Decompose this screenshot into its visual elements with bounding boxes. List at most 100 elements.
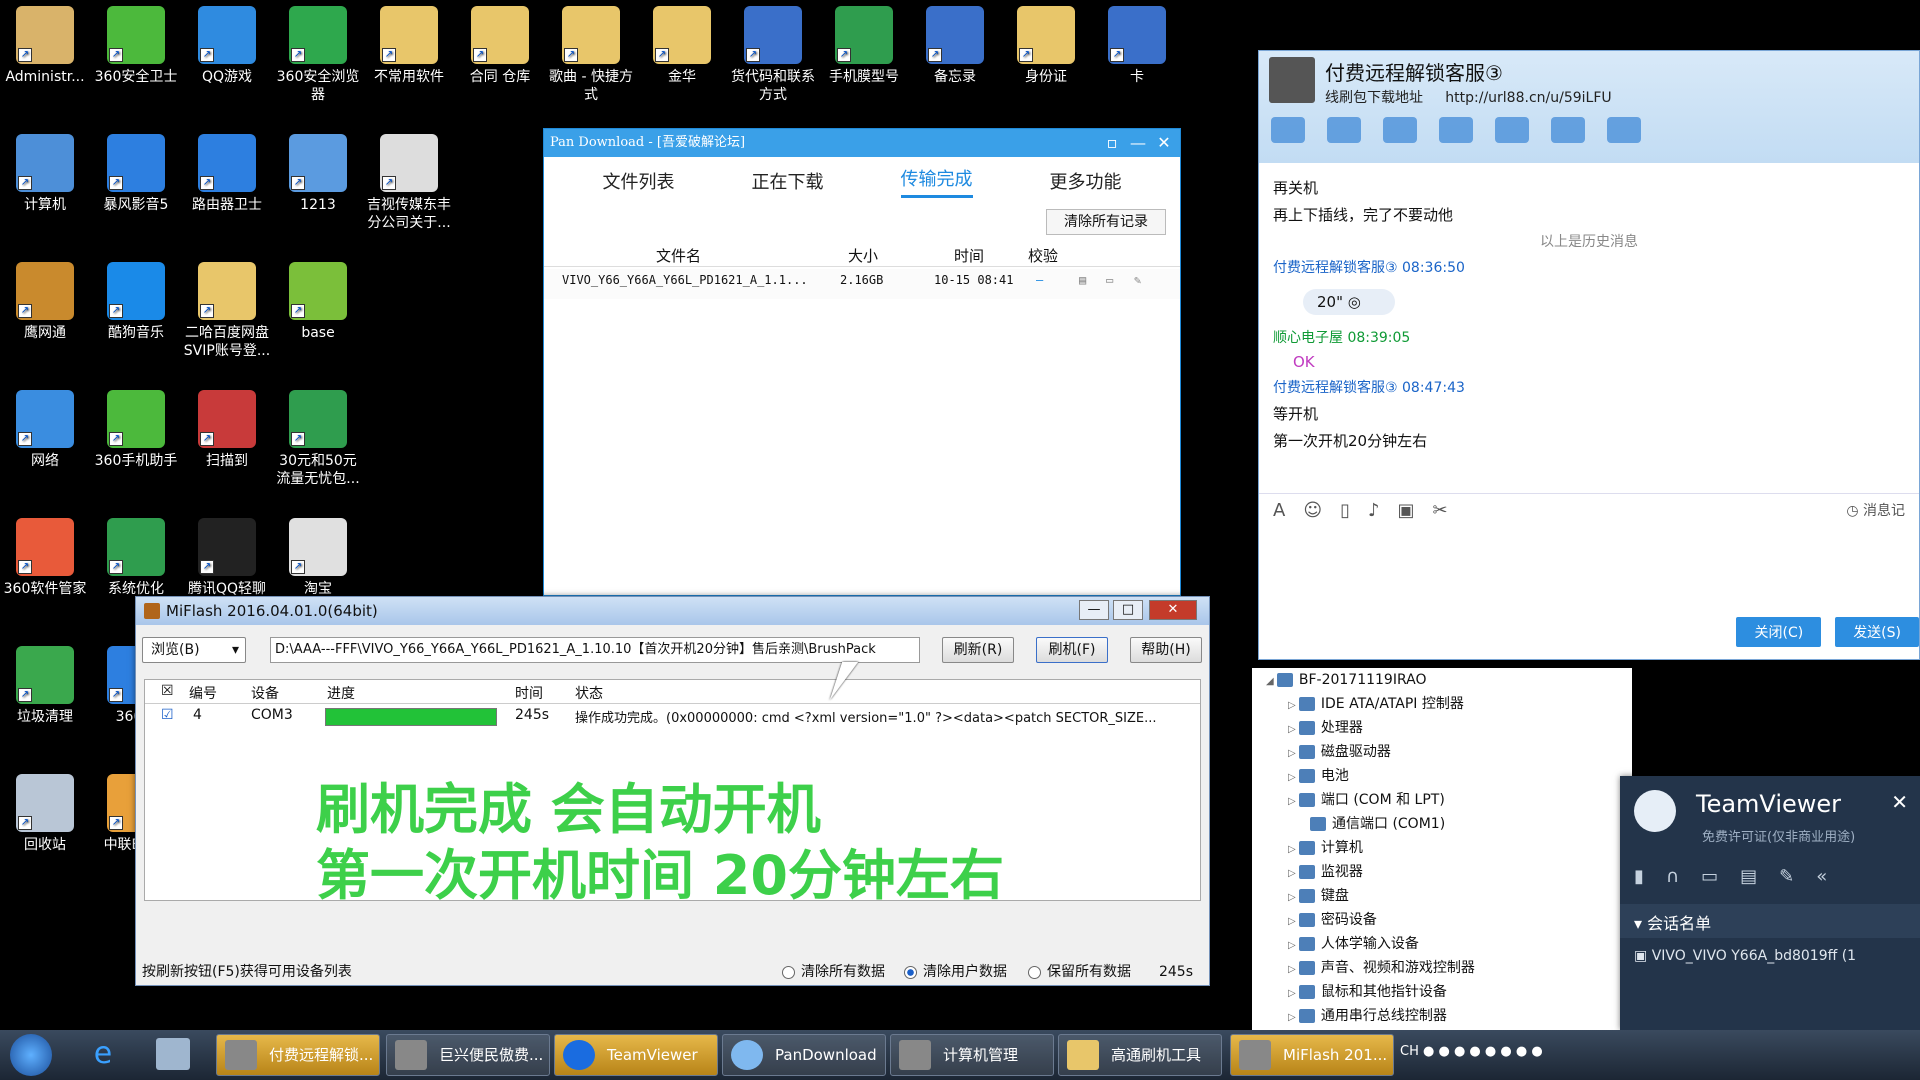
tree-item[interactable]: ▷ 监视器: [1252, 860, 1632, 884]
folder-icon[interactable]: ▭: [1106, 273, 1113, 287]
file-icon[interactable]: ▤: [1079, 273, 1086, 287]
image-icon[interactable]: ▣: [1398, 500, 1415, 521]
desktop-icon[interactable]: ↗ Administr...: [0, 6, 90, 86]
remote-desktop-icon[interactable]: [1495, 117, 1529, 143]
expand-icon[interactable]: ▷: [1288, 988, 1299, 999]
scissors-icon[interactable]: ✂: [1433, 500, 1448, 521]
desktop-icon[interactable]: ↗ 不常用软件: [364, 6, 454, 86]
avatar[interactable]: [1269, 57, 1315, 103]
desktop-icon[interactable]: ↗ 360安全卫士: [91, 6, 181, 86]
close-icon[interactable]: ✕: [1149, 600, 1197, 620]
voice-call-icon[interactable]: [1271, 117, 1305, 143]
ie-icon[interactable]: e: [86, 1036, 120, 1072]
expand-icon[interactable]: ▷: [1288, 724, 1299, 735]
sub-url[interactable]: http://url88.cn/u/59iLFU: [1445, 90, 1611, 106]
tree-item[interactable]: ▷ 鼠标和其他指针设备: [1252, 980, 1632, 1004]
expand-icon[interactable]: ▷: [1288, 1012, 1299, 1023]
tree-item[interactable]: ▷ 磁盘驱动器: [1252, 740, 1632, 764]
desktop-icon[interactable]: ↗ 垃圾清理: [0, 646, 90, 726]
tv-section[interactable]: ▾ 会话名单: [1620, 904, 1920, 938]
desktop-icon[interactable]: ↗ 路由器卫士: [182, 134, 272, 214]
headset-icon[interactable]: ∩: [1666, 866, 1679, 887]
browse-button[interactable]: 浏览(B) ▾: [142, 637, 246, 663]
minimize-icon[interactable]: —: [1079, 600, 1109, 620]
expand-icon[interactable]: ▷: [1288, 892, 1299, 903]
desktop-icon[interactable]: ↗ 吉视传媒东丰分公司关于...: [364, 134, 454, 232]
start-icon[interactable]: [10, 1034, 52, 1076]
desktop-icon[interactable]: ↗ 身份证: [1001, 6, 1091, 86]
tree-item[interactable]: ◢ BF-20171119IRAO: [1252, 668, 1632, 692]
tree-item[interactable]: ▷ 端口 (COM 和 LPT): [1252, 788, 1632, 812]
tab-completed[interactable]: 传输完成: [900, 165, 973, 198]
desktop-icon[interactable]: ↗ 扫描到: [182, 390, 272, 470]
refresh-button[interactable]: 刷新(R): [942, 637, 1014, 663]
table-row[interactable]: ☑ 4 COM3 245s 操作成功完成。(0x00000000: cmd <?…: [145, 704, 1200, 730]
taskbar-item[interactable]: 高通刷机工具: [1058, 1034, 1222, 1076]
apps-icon[interactable]: [1607, 117, 1641, 143]
chat-icon[interactable]: ▭: [1701, 866, 1718, 887]
expand-icon[interactable]: ▷: [1288, 748, 1299, 759]
select-all-checkbox[interactable]: ☒: [161, 683, 174, 699]
tree-item[interactable]: ▷ 计算机: [1252, 836, 1632, 860]
expand-icon[interactable]: ▷: [1288, 964, 1299, 975]
system-tray[interactable]: CH ● ● ● ● ● ● ● ●: [1400, 1044, 1543, 1059]
desktop-icon[interactable]: ↗ 30元和50元流量无忧包...: [273, 390, 363, 488]
input-language[interactable]: CH: [1400, 1044, 1419, 1059]
video-icon[interactable]: ▮: [1634, 866, 1644, 887]
desktop-icon[interactable]: ↗ 回收站: [0, 774, 90, 854]
desktop-icon[interactable]: ↗ 手机膜型号: [819, 6, 909, 86]
desktop-icon[interactable]: ↗ 货代码和联系方式: [728, 6, 818, 104]
col-filename[interactable]: 文件名: [656, 245, 701, 266]
opt-clear-user[interactable]: 清除用户数据: [904, 961, 1007, 983]
tree-item[interactable]: ▷ 电池: [1252, 764, 1632, 788]
tree-item[interactable]: ▷ 声音、视频和游戏控制器: [1252, 956, 1632, 980]
tab-file-list[interactable]: 文件列表: [603, 168, 675, 194]
expand-icon[interactable]: ▷: [1288, 772, 1299, 783]
desktop-icon[interactable]: ↗ 系统优化: [91, 518, 181, 598]
tree-item[interactable]: ▷ 密码设备: [1252, 908, 1632, 932]
desktop-icon[interactable]: ↗ QQ游戏: [182, 6, 272, 86]
shake-icon[interactable]: ▯: [1340, 500, 1350, 521]
video-call-icon[interactable]: [1327, 117, 1361, 143]
clear-records-button[interactable]: 清除所有记录: [1046, 209, 1166, 235]
desktop-icon[interactable]: ↗ 暴风影音5: [91, 134, 181, 214]
taskbar-item[interactable]: 巨兴便民傲费...: [386, 1034, 550, 1076]
desktop-icon[interactable]: ↗ 歌曲 - 快捷方式: [546, 6, 636, 104]
tv-session[interactable]: ▣ VIVO_VIVO Y66A_bd8019ff (1: [1634, 948, 1856, 964]
row-checkbox[interactable]: ☑: [161, 707, 174, 723]
desktop-icon[interactable]: ↗ 腾讯QQ轻聊: [182, 518, 272, 598]
emoji-icon[interactable]: ☺: [1303, 500, 1322, 521]
add-member-icon[interactable]: [1551, 117, 1585, 143]
desktop-icon[interactable]: ↗ 鹰网通: [0, 262, 90, 342]
col-size[interactable]: 大小: [848, 245, 878, 266]
desktop-icon[interactable]: ↗ 360软件管家: [0, 518, 90, 598]
expand-icon[interactable]: ▷: [1288, 700, 1299, 711]
path-select[interactable]: D:\AAA---FFF\VIVO_Y66_Y66A_Y66L_PD1621_A…: [270, 637, 920, 663]
expand-icon[interactable]: ▷: [1288, 916, 1299, 927]
message-record[interactable]: ◷ 消息记: [1846, 500, 1905, 521]
taskbar-item[interactable]: MiFlash 201...: [1230, 1034, 1394, 1076]
col-check[interactable]: 校验: [1028, 245, 1058, 266]
share-screen-icon[interactable]: [1383, 117, 1417, 143]
desktop-icon[interactable]: ↗ 酷狗音乐: [91, 262, 181, 342]
opt-clear-all[interactable]: 清除所有数据: [782, 961, 885, 983]
desktop-icon[interactable]: ↗ 1213: [273, 134, 363, 214]
desktop-icon[interactable]: ↗ 360手机助手: [91, 390, 181, 470]
maximize-icon[interactable]: □: [1113, 600, 1143, 620]
taskbar-item[interactable]: 付费远程解锁...: [216, 1034, 380, 1076]
taskbar-item[interactable]: TeamViewer: [554, 1034, 718, 1076]
expand-icon[interactable]: ▷: [1288, 940, 1299, 951]
flash-button[interactable]: 刷机(F): [1036, 637, 1108, 663]
close-icon[interactable]: ✕: [1891, 790, 1908, 814]
taskbar-item[interactable]: 计算机管理: [890, 1034, 1054, 1076]
pan-titlebar[interactable]: Pan Download - [吾爱破解论坛] ▫ — ✕: [544, 129, 1180, 157]
tab-more[interactable]: 更多功能: [1050, 168, 1122, 194]
restore-icon[interactable]: ▫: [1102, 133, 1122, 153]
expand-icon[interactable]: ▷: [1288, 844, 1299, 855]
desktop-icon[interactable]: ↗ 金华: [637, 6, 727, 86]
col-time[interactable]: 时间: [954, 245, 984, 266]
desktop-icon[interactable]: ↗ 二哈百度网盘SVIP账号登...: [182, 262, 272, 360]
desktop-icon[interactable]: ↗ base: [273, 262, 363, 342]
miflash-titlebar[interactable]: MiFlash 2016.04.01.0(64bit) — □ ✕: [136, 597, 1209, 625]
tab-downloading[interactable]: 正在下载: [752, 168, 824, 194]
